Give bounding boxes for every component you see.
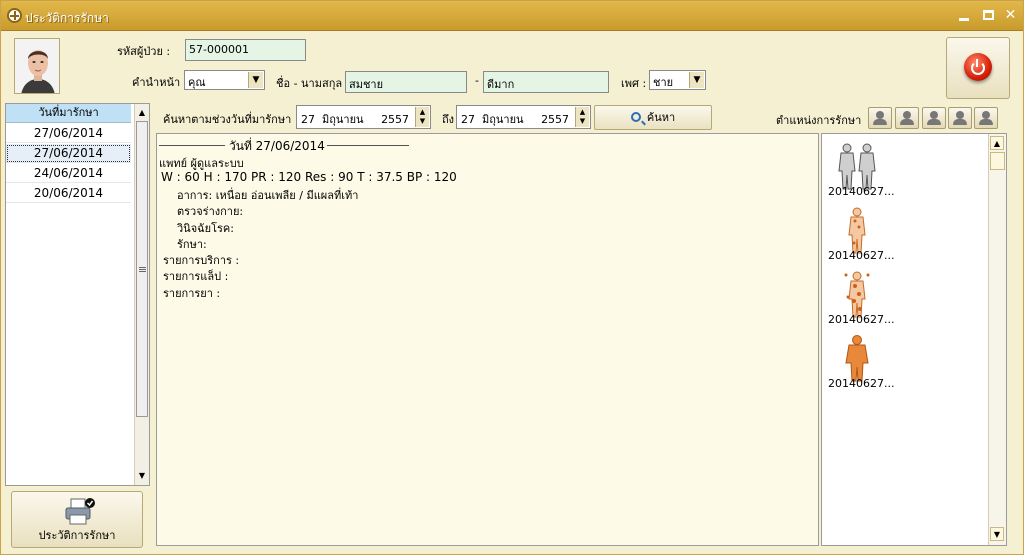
- body-position-button-3[interactable]: [922, 107, 946, 129]
- list-item[interactable]: 27/06/2014: [6, 144, 131, 163]
- printer-icon: [65, 498, 95, 525]
- scroll-thumb[interactable]: [990, 152, 1005, 170]
- body-position-label: ตำแหน่งการรักษา: [776, 114, 862, 127]
- thumbnail-label: 20140627...: [828, 377, 895, 390]
- search-button-label: ค้นหา: [646, 111, 676, 124]
- visit-detail-panel: วันที่ 27/06/2014 แพทย์ ผู้ดูแลระบบ W : …: [156, 133, 819, 546]
- heading-rule-left: [159, 145, 225, 146]
- prefix-value: คุณ: [188, 76, 206, 89]
- close-icon: ✕: [1004, 7, 1017, 23]
- labs-line: รายการแล็ป :: [163, 270, 229, 283]
- fullname-label: ชื่อ - นามสกุล :: [276, 77, 350, 90]
- spinner-icon[interactable]: ▲ ▼: [575, 107, 589, 127]
- physical-exam-line: ตรวจร่างกาย:: [177, 205, 244, 218]
- patient-photo: [14, 38, 60, 94]
- thumbnail-label: 20140627...: [828, 313, 895, 326]
- gender-select[interactable]: ชาย ▼: [649, 70, 706, 90]
- patient-id-label: รหัสผู้ป่วย :: [117, 45, 171, 58]
- from-month: มิถุนายน: [322, 113, 364, 126]
- first-name-field[interactable]: สมชาย: [345, 71, 467, 93]
- person-icon: [900, 111, 914, 125]
- visit-list-scrollbar[interactable]: ▲ ▼: [134, 104, 149, 485]
- scroll-thumb[interactable]: [136, 121, 148, 417]
- search-icon: [630, 112, 641, 122]
- treatment-image-list: 20140627... 20140627... 20140627... 2014…: [821, 133, 1007, 546]
- from-date-picker[interactable]: 27 มิถุนายน 2557 ▲ ▼: [296, 105, 431, 129]
- list-item[interactable]: 27/06/2014: [6, 124, 131, 143]
- patient-history-window: ประวัติการรักษา ✕ รหัสผู้ป่วย : 57-00000…: [0, 0, 1024, 555]
- scroll-down-icon[interactable]: ▼: [135, 469, 149, 483]
- scroll-up-icon[interactable]: ▲: [990, 136, 1004, 150]
- list-item[interactable]: 20/06/2014: [6, 184, 131, 203]
- maximize-icon: [983, 10, 994, 20]
- scroll-up-icon[interactable]: ▲: [135, 106, 149, 120]
- window-title: ประวัติการรักษา: [25, 11, 109, 25]
- from-day: 27: [301, 113, 315, 126]
- visit-date-header: วันที่มารักษา: [6, 104, 131, 123]
- drugs-line: รายการยา :: [163, 287, 221, 300]
- chevron-down-icon[interactable]: ▼: [248, 72, 263, 88]
- body-position-button-1[interactable]: [868, 107, 892, 129]
- patient-id-field[interactable]: 57-000001: [185, 39, 306, 61]
- image-list-scrollbar[interactable]: ▲ ▼: [988, 134, 1006, 545]
- body-position-button-5[interactable]: [974, 107, 998, 129]
- prefix-label: คำนำหน้า :: [132, 76, 188, 89]
- date-range-label: ค้นหาตามช่วงวันที่มารักษา: [163, 113, 292, 126]
- vital-signs: W : 60 H : 170 PR : 120 Res : 90 T : 37.…: [161, 170, 457, 184]
- to-year: 2557: [541, 113, 570, 126]
- name-dash: -: [475, 74, 479, 87]
- minimize-button[interactable]: [955, 7, 974, 24]
- patient-info-panel: รหัสผู้ป่วย : 57-000001 คำนำหน้า : คุณ ▼…: [6, 33, 1020, 101]
- body-position-button-4[interactable]: [948, 107, 972, 129]
- maximize-button[interactable]: [979, 7, 998, 24]
- exit-button[interactable]: [946, 37, 1010, 99]
- scroll-down-icon[interactable]: ▼: [990, 527, 1004, 541]
- gender-label: เพศ :: [621, 77, 647, 90]
- spinner-icon[interactable]: ▲ ▼: [415, 107, 429, 127]
- heading-rule-right: [327, 145, 409, 146]
- person-icon: [927, 111, 941, 125]
- to-day: 27: [461, 113, 475, 126]
- visit-date-list: วันที่มารักษา 27/06/2014 27/06/2014 24/0…: [5, 103, 150, 486]
- body-position-button-2[interactable]: [895, 107, 919, 129]
- person-icon: [953, 111, 967, 125]
- to-date-picker[interactable]: 27 มิถุนายน 2557 ▲ ▼: [456, 105, 591, 129]
- list-item[interactable]: 24/06/2014: [6, 164, 131, 183]
- app-plus-icon: [7, 8, 22, 23]
- thumbnail-label: 20140627...: [828, 249, 895, 262]
- to-label: ถึง: [442, 113, 455, 126]
- gender-value: ชาย: [653, 76, 674, 89]
- thumbnail-label: 20140627...: [828, 185, 895, 198]
- minimize-icon: [959, 18, 969, 21]
- person-icon: [873, 111, 887, 125]
- to-month: มิถุนายน: [482, 113, 524, 126]
- treatment-history-label: ประวัติการรักษา: [38, 529, 116, 542]
- last-name-field[interactable]: ดีมาก: [483, 71, 609, 93]
- chevron-down-icon[interactable]: ▼: [689, 72, 704, 88]
- power-icon: [964, 53, 992, 81]
- prefix-select[interactable]: คุณ ▼: [184, 70, 265, 90]
- close-button[interactable]: ✕: [1001, 7, 1020, 24]
- search-button[interactable]: ค้นหา: [594, 105, 712, 130]
- treatment-history-button[interactable]: ประวัติการรักษา: [11, 491, 143, 548]
- avatar-face-icon: [15, 39, 59, 93]
- from-year: 2557: [381, 113, 410, 126]
- title-bar[interactable]: ประวัติการรักษา ✕: [1, 1, 1023, 31]
- person-icon: [979, 111, 993, 125]
